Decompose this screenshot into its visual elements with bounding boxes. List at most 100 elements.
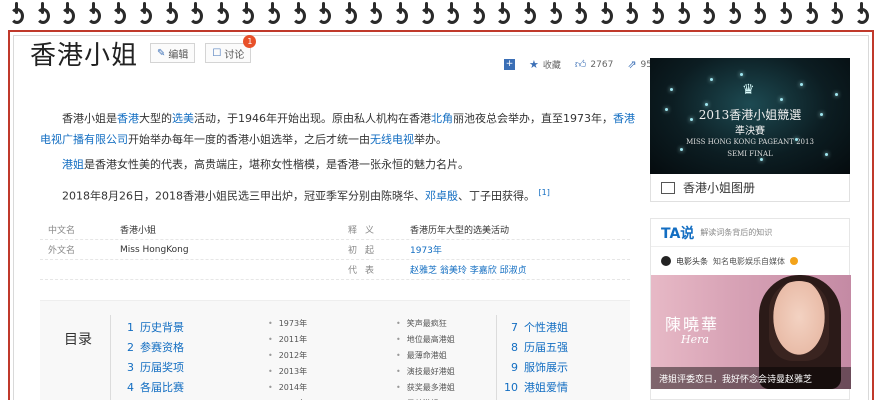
toc-subitem[interactable]: • 2014年 <box>268 379 307 395</box>
sparkle <box>825 153 828 156</box>
toc-subitem[interactable]: •2015年 <box>268 395 307 400</box>
binding-ring <box>778 2 792 26</box>
info-value[interactable]: 1973年 <box>410 243 630 256</box>
binding-ring <box>445 2 460 26</box>
ta-story-image[interactable]: 陳曉華 Hera 港姐评委恋日，我好怀念会诗曼赵雅芝 <box>651 275 851 389</box>
binding-ring <box>470 2 485 26</box>
toc-number: 2 <box>127 340 134 354</box>
info-value[interactable]: 赵雅芝 翁美玲 李嘉欣 邱淑贞 <box>410 263 630 276</box>
pencil-icon: ✎ <box>157 47 166 59</box>
toc-subitem-label: 1973年 <box>278 318 308 328</box>
binding-ring <box>522 2 536 26</box>
pageant-poster-image[interactable]: ♛ 2013香港小姐競選 準決賽 MISS HONG KONG PAGEANT … <box>650 58 850 174</box>
binding-ring <box>214 2 229 26</box>
bullet-icon: • <box>268 318 273 328</box>
binding-ring <box>726 2 741 26</box>
binding-ring <box>650 2 664 26</box>
toc-divider <box>496 315 497 400</box>
ta-header: TA说 解读词条背后的知识 <box>651 219 849 247</box>
toc-subitem[interactable]: •最美港姐 <box>396 395 455 400</box>
comment-icon: ☐ <box>212 47 222 59</box>
bullet-icon: • <box>396 334 401 344</box>
toc-subitem[interactable]: • 最薄命港姐 <box>396 347 455 363</box>
text: 香港小姐是 <box>62 112 117 125</box>
link-dengzhuoyin[interactable]: 邓卓殷 <box>425 190 458 203</box>
toc-label: 港姐爱情 <box>524 381 568 394</box>
binding-ring <box>189 2 204 26</box>
sparkle <box>740 73 743 76</box>
toc-label: 各届比赛 <box>140 381 184 394</box>
bullet-icon: • <box>268 366 273 376</box>
toc-item[interactable]: 9 服饰展示 <box>502 357 568 377</box>
toc-subitem-label: 2011年 <box>278 334 308 344</box>
toc-item[interactable]: 7 个性港姐 <box>502 317 568 337</box>
intro-paragraph-1: 香港小姐是香港大型的选美活动，于1946年开始出现。原由私人机构在香港北角丽池夜… <box>40 108 640 150</box>
toc-column-3: • 笑声最疯狂 • 地位最高港姐 • 最薄命港姐 • 演技最好港姐 • 获奖最多港姐 •最美港姐 <box>396 315 455 400</box>
page-title: 香港小姐 <box>30 40 139 71</box>
binding-ring <box>419 2 434 26</box>
toc-column-1: 1 历史背景 2 参赛资格 3 历届奖项 4 各届比赛 <box>118 317 184 397</box>
toc-item[interactable]: 4 各届比赛 <box>118 377 184 397</box>
toc-item[interactable]: 10 港姐爱情 <box>502 377 568 397</box>
toc-label: 历史背景 <box>140 321 184 334</box>
link-wireless-tv[interactable]: 无线电视 <box>370 133 414 146</box>
binding-ring <box>573 2 588 26</box>
reference-link[interactable]: [1] <box>538 188 549 197</box>
toc-subitem[interactable]: • 2011年 <box>268 331 307 347</box>
binding-ring <box>701 2 716 26</box>
toc-item[interactable]: 1 历史背景 <box>118 317 184 337</box>
toc-number: 1 <box>127 320 134 334</box>
sparkle <box>820 113 823 116</box>
toc-subitem[interactable]: • 演技最好港姐 <box>396 363 455 379</box>
ta-logo: TA说 <box>661 225 695 242</box>
story-caption[interactable]: 港姐评委恋日，我好怀念会诗曼赵雅芝 <box>651 367 851 389</box>
link-gangjie[interactable]: 港姐 <box>62 158 84 171</box>
spiral-binding <box>0 0 882 30</box>
toc-subitem[interactable]: • 获奖最多港姐 <box>396 379 455 395</box>
info-key: 代表 <box>348 266 383 276</box>
source-avatar <box>661 256 671 266</box>
edit-button[interactable]: ✎ 编辑 <box>150 43 196 63</box>
like-button[interactable]: 👍︎ 2767 <box>575 58 613 71</box>
toc-label: 历届五强 <box>524 341 568 354</box>
toc-subitem[interactable]: • 2013年 <box>268 363 307 379</box>
bullet-icon: • <box>268 334 273 344</box>
info-value: 香港小姐 <box>120 226 157 236</box>
toc-subitem[interactable]: • 1973年 <box>268 315 307 331</box>
toc-divider <box>110 315 111 400</box>
binding-ring <box>163 2 178 26</box>
toc-item[interactable]: 8 历届五强 <box>502 337 568 357</box>
info-value: Miss HongKong <box>120 244 189 255</box>
ta-story-box: TA说 解读词条背后的知识 电影头条 知名电影娱乐自媒体 陳曉華 Hera 港姐… <box>650 218 851 400</box>
collect-button[interactable]: ★ 收藏 <box>529 58 561 71</box>
plus-icon: + <box>504 59 516 70</box>
info-value: 香港历年大型的选美活动 <box>410 226 510 236</box>
link-northpoint[interactable]: 北角 <box>431 112 453 125</box>
info-row: 中文名 香港小姐 释义 香港历年大型的选美活动 <box>40 220 630 240</box>
discuss-button[interactable]: ☐ 讨论 1 <box>205 35 257 63</box>
toc-subitem[interactable]: • 2012年 <box>268 347 307 363</box>
title-row: 香港小姐 ✎ 编辑 ☐ 讨论 1 <box>30 35 257 71</box>
toc-label: 目录 <box>64 332 92 348</box>
toc-label: 服饰展示 <box>524 361 568 374</box>
share-button[interactable]: ⇗ 95 <box>627 58 652 71</box>
binding-ring <box>317 2 332 26</box>
gallery-link[interactable]: 香港小姐图册 <box>650 174 850 202</box>
toc-column-2: • 1973年 • 2011年 • 2012年 • 2013年 • 2014年 •2015年 <box>268 315 307 400</box>
link-pageant[interactable]: 选美 <box>172 112 194 125</box>
ta-source[interactable]: 电影头条 知名电影娱乐自媒体 <box>651 247 849 275</box>
bullet-icon: • <box>268 382 273 392</box>
toc-item[interactable]: 3 历届奖项 <box>118 357 184 377</box>
table-of-contents: 目录 1 历史背景 2 参赛资格 3 历届奖项 4 各届比赛 • 1973年 • 2011年 • 201… <box>40 300 630 400</box>
intro-paragraph-2: 港姐是香港女性美的代表，高贵端庄，堪称女性楷模，是香港一张永恒的魅力名片。 <box>40 154 640 175</box>
link-hongkong[interactable]: 香港 <box>117 112 139 125</box>
binding-ring <box>10 2 24 26</box>
source-description: 知名电影娱乐自媒体 <box>713 256 785 266</box>
toc-subitem[interactable]: • 地位最高港姐 <box>396 331 455 347</box>
sparkle <box>780 98 783 101</box>
toc-subitem[interactable]: • 笑声最疯狂 <box>396 315 455 331</box>
add-button[interactable]: + <box>504 59 516 70</box>
toc-number: 7 <box>511 320 518 334</box>
binding-ring <box>394 2 408 26</box>
toc-item[interactable]: 2 参赛资格 <box>118 337 184 357</box>
